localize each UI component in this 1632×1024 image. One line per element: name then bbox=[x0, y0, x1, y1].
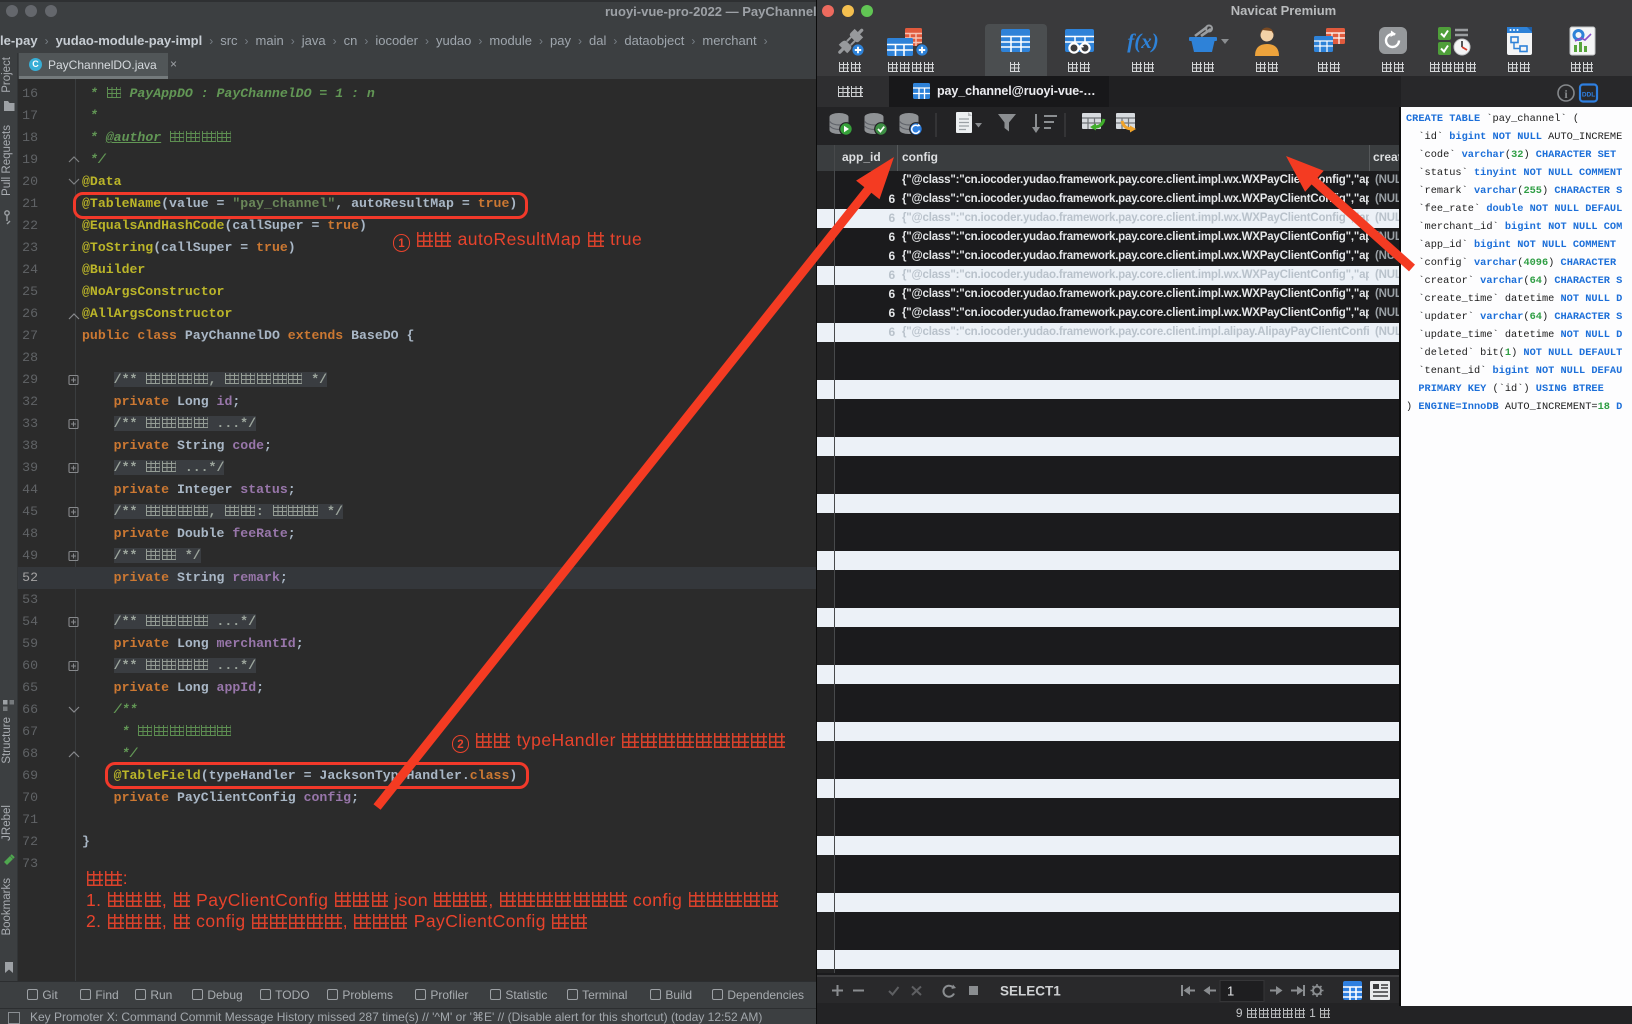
svg-text:SELECT1: SELECT1 bbox=[1000, 984, 1061, 999]
svg-text:DDL: DDL bbox=[1582, 92, 1595, 99]
svg-text:1: 1 bbox=[1227, 984, 1234, 999]
svg-text:f(x): f(x) bbox=[1127, 29, 1158, 53]
svg-text:i: i bbox=[1564, 87, 1568, 101]
